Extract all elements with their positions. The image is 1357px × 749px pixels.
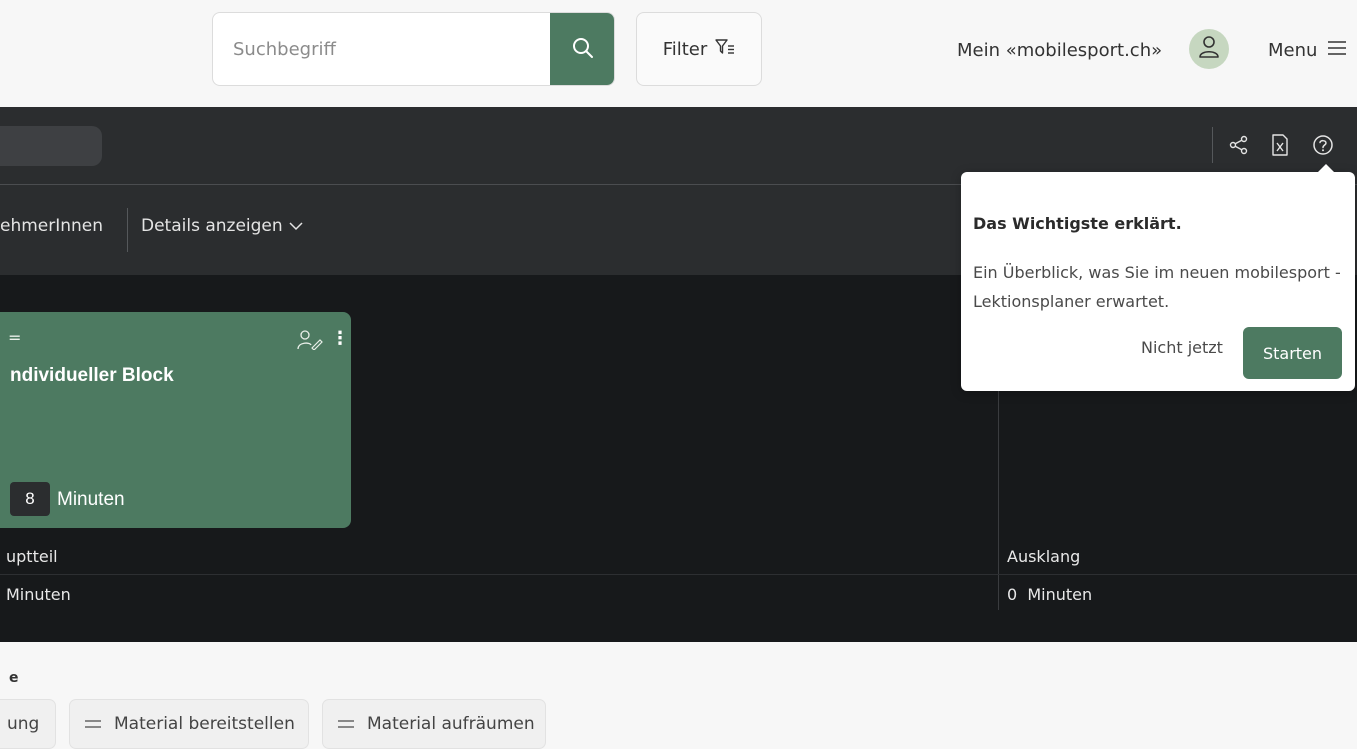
more-vertical-icon[interactable]: ⋮	[331, 328, 349, 349]
account-label: Mein «mobilesport.ch»	[957, 39, 1163, 61]
drag-handle-icon	[337, 714, 355, 734]
phase-name-end: Ausklang	[1007, 547, 1081, 566]
help-icon[interactable]	[1311, 133, 1335, 157]
details-label: Details anzeigen	[141, 216, 283, 236]
phase-duration-main: Minuten	[6, 585, 71, 604]
block-title: ndividueller Block	[10, 365, 174, 386]
filter-label: Filter	[662, 38, 708, 60]
phase-duration-row: Minuten 0 Minuten	[0, 575, 1357, 615]
search-box	[212, 12, 615, 86]
search-input[interactable]	[213, 13, 549, 85]
toolbar-divider	[1212, 127, 1213, 163]
bottom-section: e ung Material bereitstellen Material au…	[0, 642, 1357, 749]
menu-label: Menu	[1268, 39, 1318, 61]
start-tour-button[interactable]: Starten	[1243, 327, 1342, 379]
chip-label: ung	[7, 714, 40, 734]
popover-arrow	[1317, 164, 1335, 173]
lesson-title-field[interactable]	[0, 126, 102, 166]
phase-name-row: uptteil Ausklang	[0, 537, 1357, 575]
account-link[interactable]: Mein «mobilesport.ch»	[957, 34, 1162, 66]
drag-handle-icon[interactable]: =	[8, 328, 21, 347]
filter-button[interactable]: Filter	[636, 12, 762, 86]
assign-person-icon[interactable]	[297, 330, 323, 354]
drag-handle-icon	[84, 714, 102, 734]
avatar[interactable]	[1189, 29, 1229, 69]
popover-title: Das Wichtigste erklärt.	[973, 214, 1182, 233]
chip-material-aufraeumen[interactable]: Material aufräumen	[322, 699, 546, 749]
subbar-divider	[127, 208, 128, 252]
search-button[interactable]	[550, 13, 614, 85]
chip-label: Material aufräumen	[367, 714, 535, 734]
popover-body: Ein Überblick, was Sie im neuen mobilesp…	[973, 263, 1341, 311]
search-icon	[572, 37, 594, 63]
skip-button[interactable]: Nicht jetzt	[1141, 338, 1223, 357]
minutes-unit: Minuten	[57, 489, 125, 510]
chevron-down-icon	[289, 216, 303, 236]
minutes-input[interactable]: 8	[10, 482, 50, 516]
lesson-block-card[interactable]: = ⋮ ndividueller Block 8 Minuten	[0, 312, 351, 528]
menu-icon	[1327, 40, 1347, 61]
excel-export-icon[interactable]	[1268, 133, 1292, 157]
chip-item[interactable]: ung	[0, 699, 56, 749]
onboarding-popover: Das Wichtigste erklärt. Ein Überblick, w…	[961, 164, 1355, 391]
chip-material-bereitstellen[interactable]: Material bereitstellen	[69, 699, 309, 749]
participants-tab[interactable]: ehmerInnen	[0, 216, 103, 236]
chip-label: Material bereitstellen	[114, 714, 295, 734]
details-toggle[interactable]: Details anzeigen	[141, 216, 303, 236]
user-icon	[1198, 35, 1220, 63]
phase-duration-end: 0 Minuten	[1007, 585, 1093, 604]
filter-icon	[715, 38, 735, 61]
section-heading: e	[9, 670, 19, 686]
top-header: Filter Mein «mobilesport.ch» Menu	[0, 0, 1357, 107]
phase-name-main: uptteil	[6, 547, 58, 566]
share-icon[interactable]	[1227, 133, 1251, 157]
menu-button[interactable]: Menu	[1268, 34, 1347, 66]
